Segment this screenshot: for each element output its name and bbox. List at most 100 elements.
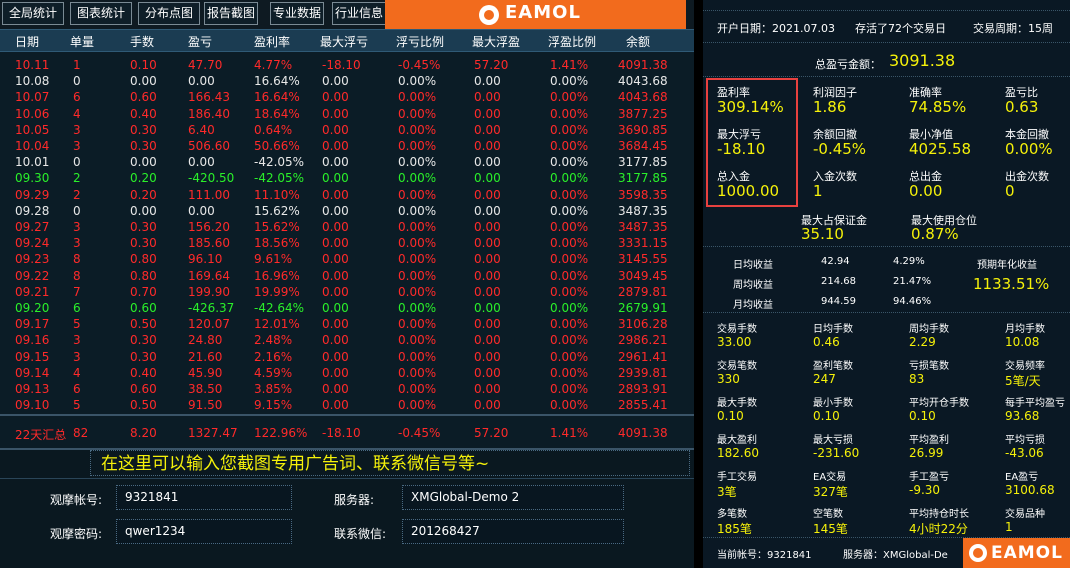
grid-value: 1 (1005, 520, 1013, 534)
table-row[interactable]: 09.16 3 0.30 24.80 2.48% 0.00 0.00% 0.00 0.00% 29… (0, 333, 694, 349)
table-row[interactable]: 10.11 1 0.10 47.70 4.77% -18.10 -0.45% 57.20 1.4… (0, 58, 694, 74)
table-cell: 0.00 (130, 74, 157, 89)
table-cell: 3049.45 (618, 268, 668, 283)
grid-label: 周均手数 (909, 324, 949, 335)
view-password-field[interactable]: qwer1234 (116, 519, 292, 544)
table-cell: 0.00% (398, 139, 437, 153)
table-cell: 09.22 (15, 268, 50, 283)
table-cell: 0.00% (398, 90, 437, 105)
stat-value: 1.86 (813, 98, 847, 116)
table-cell: 0.00 (474, 220, 501, 234)
table-cell: 0.00 (188, 155, 215, 170)
global-stats-button[interactable]: 全局统计 (2, 2, 64, 25)
table-row[interactable]: 10.07 6 0.60 166.43 16.64% 0.00 0.00% 0.00 0.00%… (0, 90, 694, 106)
table-row[interactable]: 09.13 6 0.60 38.50 3.85% 0.00 0.00% 0.00 0.00% 28… (0, 382, 694, 398)
table-row[interactable]: 10.06 4 0.40 186.40 18.64% 0.00 0.00% 0.00 0.00%… (0, 107, 694, 123)
server-field[interactable]: XMGlobal-Demo 2 (402, 485, 624, 510)
table-row[interactable]: 09.24 3 0.30 185.60 18.56% 0.00 0.00% 0.00 0.00%… (0, 236, 694, 252)
table-cell: 2961.41 (618, 349, 668, 364)
table-cell: 0.40 (130, 106, 157, 121)
table-row[interactable]: 09.27 3 0.30 156.20 15.62% 0.00 0.00% 0.00 0.00%… (0, 220, 694, 236)
brand-name: EAMOL (991, 543, 1063, 563)
table-row[interactable]: 09.14 4 0.40 45.90 4.59% 0.00 0.00% 0.00 0.00% 29… (0, 366, 694, 382)
table-cell: 0.00% (398, 203, 437, 218)
total-pnl-value: 3091.38 (889, 51, 956, 70)
table-cell: 0.00 (474, 203, 501, 218)
current-server: 服务器：XMGlobal-De (843, 550, 948, 561)
divider (703, 42, 1070, 43)
table-row[interactable]: 09.23 8 0.80 96.10 9.61% 0.00 0.00% 0.00 0.00% 31… (0, 252, 694, 268)
table-cell: 0.00% (550, 398, 589, 413)
table-cell: 0 (73, 74, 81, 89)
open-date: 开户日期：2021.07.03 (717, 22, 835, 35)
report-screenshot-button[interactable]: 报告截图 (204, 2, 258, 25)
table-row[interactable]: 10.05 3 0.30 6.40 0.64% 0.00 0.00% 0.00 0.00% 369… (0, 123, 694, 139)
table-cell: 0.00% (550, 139, 589, 153)
table-cell: -18.10 (322, 58, 361, 72)
grid-value: 26.99 (909, 446, 944, 460)
grid-label: EA盈亏 (1005, 472, 1039, 483)
grid-label: 亏损笔数 (909, 361, 949, 372)
table-cell: 0 (73, 155, 81, 170)
grid-label: 交易品种 (1005, 509, 1045, 520)
table-cell: 0.00% (398, 122, 437, 137)
table-cell: 166.43 (188, 90, 230, 105)
brand-banner: EAMOL (385, 0, 686, 29)
summary-pnl: 1327.47 (188, 426, 238, 440)
table-cell: 0.00% (550, 171, 589, 186)
stat-value: 0 (1005, 182, 1015, 200)
grid-label: 平均持仓时长 (909, 509, 969, 520)
grid-label: 日均手数 (813, 324, 853, 335)
max-margin-value: 35.10 (801, 225, 844, 243)
grid-label: EA交易 (813, 472, 847, 483)
table-row[interactable]: 09.28 0 0.00 0.00 15.62% 0.00 0.00% 0.00 0.00% 34… (0, 204, 694, 220)
col-orders: 单量 (70, 35, 95, 49)
table-cell: 199.90 (188, 284, 230, 299)
table-cell: -0.45% (398, 58, 441, 72)
table-cell: 45.90 (188, 365, 223, 380)
table-row[interactable]: 10.08 0 0.00 0.00 16.64% 0.00 0.00% 0.00 0.00% 40… (0, 74, 694, 90)
table-cell: 1 (73, 58, 81, 72)
grid-value: 10.08 (1005, 335, 1040, 349)
table-row[interactable]: 09.17 5 0.50 120.07 12.01% 0.00 0.00% 0.00 0.00%… (0, 317, 694, 333)
view-account-field[interactable]: 9321841 (116, 485, 292, 510)
chart-stats-button[interactable]: 图表统计 (70, 2, 132, 25)
grid-value: 0.10 (909, 409, 936, 423)
table-cell: 6.40 (188, 122, 215, 137)
table-cell: 09.10 (15, 398, 50, 413)
table-row[interactable]: 10.01 0 0.00 0.00 -42.05% 0.00 0.00% 0.00 0.00% 3… (0, 155, 694, 171)
table-row[interactable]: 09.29 2 0.20 111.00 11.10% 0.00 0.00% 0.00 0.00%… (0, 188, 694, 204)
wechat-field[interactable]: 201268427 (402, 519, 624, 544)
table-cell: 19.99% (254, 284, 300, 299)
industry-info-button[interactable]: 行业信息 (332, 2, 386, 25)
table-cell: 0.00 (322, 122, 349, 137)
table-cell: 0.00% (398, 398, 437, 413)
table-cell: -426.37 (188, 301, 235, 315)
table-cell: 2.48% (254, 333, 293, 348)
table-row[interactable]: 09.30 2 0.20 -420.50 -42.05% 0.00 0.00% 0.00 0.0… (0, 171, 694, 187)
table-cell: 2 (73, 171, 81, 186)
table-row[interactable]: 09.10 5 0.50 91.50 9.15% 0.00 0.00% 0.00 0.00% 28… (0, 398, 694, 414)
table-cell: 0.70 (130, 284, 157, 299)
table-cell: 2986.21 (618, 333, 668, 348)
survived-days: 存活了72个交易日 (855, 22, 946, 35)
grid-value: 5笔/天 (1005, 374, 1041, 388)
table-cell: 0.00 (322, 365, 349, 380)
table-cell: 3106.28 (618, 317, 668, 332)
table-row[interactable]: 09.22 8 0.80 169.64 16.96% 0.00 0.00% 0.00 0.00%… (0, 269, 694, 285)
table-cell: 0.00 (322, 284, 349, 299)
stat-value: 74.85% (909, 98, 967, 116)
table-cell: 0.00% (550, 187, 589, 202)
return-label: 月均收益 (733, 300, 773, 311)
table-row[interactable]: 10.04 3 0.30 506.60 50.66% 0.00 0.00% 0.00 0.00%… (0, 139, 694, 155)
grid-label: 手工交易 (717, 472, 757, 483)
table-row[interactable]: 09.20 6 0.60 -426.37 -42.64% 0.00 0.00% 0.00 0.0… (0, 301, 694, 317)
table-row[interactable]: 09.21 7 0.70 199.90 19.99% 0.00 0.00% 0.00 0.00%… (0, 285, 694, 301)
table-row[interactable]: 09.15 3 0.30 21.60 2.16% 0.00 0.00% 0.00 0.00% 29… (0, 350, 694, 366)
ad-text[interactable]: 在这里可以输入您截图专用广告词、联系微信号等~ (90, 450, 690, 476)
pro-data-button[interactable]: 专业数据 (270, 2, 324, 25)
table-cell: 0.00% (550, 317, 589, 332)
grid-label: 平均亏损 (1005, 435, 1045, 446)
table-cell: 0.30 (130, 236, 157, 251)
scatter-button[interactable]: 分布点图 (138, 2, 200, 25)
